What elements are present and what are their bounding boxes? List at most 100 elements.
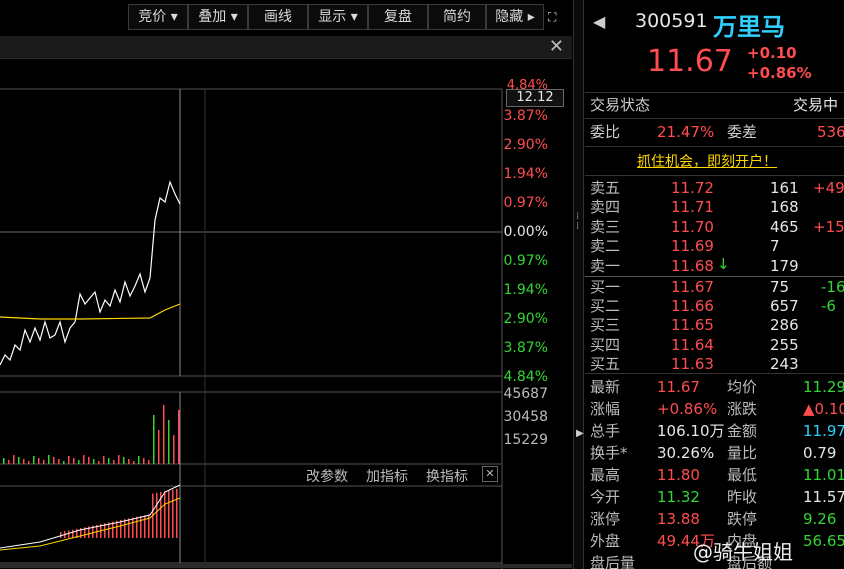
indicator-bar [140,516,142,538]
stat-value: +0.86% [657,400,718,418]
stat-value: 11.57 [803,488,844,506]
ask-price: 11.71 [671,198,714,217]
bid-auction-button[interactable]: 竞价 ▾ [128,4,188,30]
stat-label: 跌停 [727,510,758,528]
ask-volume: 179 [770,256,799,275]
divider [585,118,844,119]
volume-axis-label: 30458 [503,409,548,425]
divider [585,146,844,147]
bid-label: 买二 [590,297,621,316]
divider [585,175,844,176]
replay-button[interactable]: 复盘 [368,4,428,30]
overlay-button[interactable]: 叠加 ▾ [188,4,248,30]
price-change: +0.10 [747,44,797,62]
ask-row[interactable]: 卖四 11.71 168 [585,197,844,218]
simple-button[interactable]: 简约 [428,4,486,30]
stat-label: 最新 [590,378,621,396]
volume-bar [3,458,5,464]
volume-bar [58,459,60,464]
panel-splitter[interactable]: ⁞ ⁞ ▶ [573,0,584,569]
draw-line-button[interactable]: 画线 [248,4,308,30]
close-icon[interactable]: ✕ [482,466,498,482]
axis-label: 0.97% [503,253,548,269]
volume-bar [123,457,125,464]
indicator-bar [172,489,174,538]
bid-label: 买四 [590,335,621,354]
stats-row[interactable]: 总手 106.10万金额 11.97亿 [585,421,844,442]
bid-price: 11.63 [671,354,714,373]
stats-row[interactable]: 涨停 13.88 跌停 9.26 [585,509,844,530]
collapse-arrow-icon[interactable]: ▶ [576,428,584,439]
volume-bar [133,461,135,464]
axis-label: 3.87% [503,108,548,124]
ask-label: 卖四 [590,198,621,217]
bid-row[interactable]: 买四 11.64 255 [585,335,844,356]
stat-value: 11.29 [803,378,844,396]
stat-label: 最高 [590,466,621,484]
volume-bar [53,457,55,464]
volume-bar [33,456,35,464]
ask-label: 卖三 [590,217,621,236]
stock-name: 万里马 [713,13,785,41]
volume-bar [143,458,145,464]
axis-label: 2.90% [503,137,548,153]
weicha-label: 委差 [727,123,758,141]
switch-indicator-button[interactable]: 换指标 [426,466,468,486]
ask-change: +155 [813,217,844,236]
ask-volume: 465 [770,217,799,236]
stat-label: 昨收 [727,488,758,506]
button-label: 竞价 [138,9,167,25]
axis-label: 1.94% [503,166,548,182]
price-line [0,180,181,366]
ask-row[interactable]: 卖五 11.72 161 +49 [585,178,844,199]
indicator-bar [168,490,170,538]
bid-row[interactable]: 买三 11.65 286 [585,315,844,336]
stats-row[interactable]: 今开 11.32 昨收 11.57 [585,487,844,508]
ask-price: 11.70 [671,217,714,236]
watermark-text: @骑牛姐姐 [693,540,793,564]
fullscreen-icon[interactable]: ⛶ [548,4,568,30]
indicator-bar [60,532,62,538]
add-indicator-button[interactable]: 加指标 [366,466,408,486]
stats-row[interactable]: 最新 11.67 均价 11.29 [585,377,844,398]
ask-volume: 168 [770,198,799,217]
divider [585,373,844,374]
stat-value: 30.26% [657,444,715,462]
stat-value: 11.97亿 [803,422,844,440]
axis-label: 4.84% [503,369,548,385]
close-icon[interactable]: ✕ [549,36,564,58]
stats-row[interactable]: 换手* 30.26% 量比 0.79 [585,443,844,464]
bid-row[interactable]: 买一 11.67 75 -16 [585,277,844,298]
volume-bar [8,460,10,464]
ask-row[interactable]: 卖一 11.68 179 [585,256,844,277]
status-value: 交易中 [793,96,839,114]
volume-bar [173,435,175,464]
ask-label: 卖二 [590,237,621,256]
indicator-bar [144,515,146,538]
stats-row[interactable]: 最高 11.80 最低 11.01 [585,465,844,486]
price-change-pct: +0.86% [747,64,812,82]
ask-row[interactable]: 卖三 11.70 465 +155 [585,217,844,238]
hide-button[interactable]: 隐藏 ▸ [486,4,544,30]
ask-row[interactable]: 卖二 11.69 7 [585,236,844,257]
volume-bar [88,457,90,464]
volume-bar [168,420,170,464]
stat-label: 今开 [590,488,621,506]
edit-params-button[interactable]: 改参数 [306,466,348,486]
bid-row[interactable]: 买二 11.66 657 -6 [585,296,844,317]
trade-status-row: 交易状态 交易中 [585,95,844,116]
display-button[interactable]: 显示 ▾ [308,4,368,30]
open-account-link[interactable]: 抓住机会，即刻开户！ [637,151,777,171]
volume-bar [138,456,140,464]
bid-volume: 255 [770,335,799,354]
volume-bar [158,430,160,464]
bid-row[interactable]: 买五 11.63 243 [585,354,844,375]
volume-bar [128,459,130,464]
stats-row[interactable]: 涨幅 +0.86% 涨跌 ▲0.10 [585,399,844,420]
stat-label: 涨幅 [590,400,621,418]
bid-label: 买一 [590,278,621,296]
prev-stock-icon[interactable]: ◀ [593,12,605,31]
down-arrow-icon: ↓ [717,255,730,273]
volume-bar [103,456,105,464]
bid-price: 11.64 [671,335,714,354]
